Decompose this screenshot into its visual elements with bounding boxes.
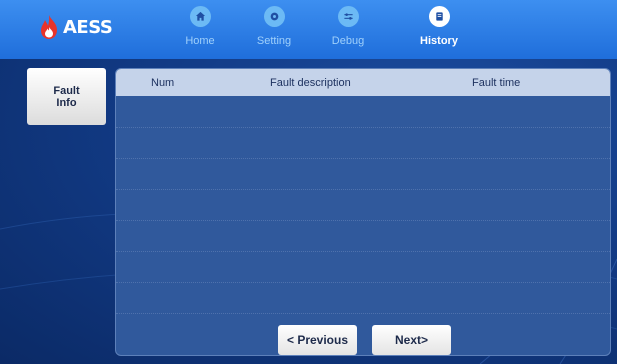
column-header-fault-time: Fault time <box>472 77 521 89</box>
table-row-divider <box>116 313 610 314</box>
nav-setting[interactable]: Setting <box>239 6 309 56</box>
aess-logo: AESS <box>38 14 113 40</box>
home-icon <box>189 6 211 27</box>
table-row-divider <box>116 251 610 252</box>
gear-icon <box>263 6 285 27</box>
nav-home-label: Home <box>185 35 215 47</box>
nav-history[interactable]: History <box>404 6 474 56</box>
table-row-divider <box>116 220 610 221</box>
nav-home[interactable]: Home <box>165 6 235 56</box>
nav-history-label: History <box>420 35 458 47</box>
next-button[interactable]: Next> <box>372 325 451 355</box>
previous-button[interactable]: < Previous <box>278 325 357 355</box>
table-row-divider <box>116 158 610 159</box>
history-icon <box>428 6 450 27</box>
nav-debug[interactable]: Debug <box>313 6 383 56</box>
column-header-num: Num <box>151 77 175 89</box>
fault-info-button[interactable]: Fault Info <box>27 68 106 125</box>
logo-text: AESS <box>63 16 113 38</box>
table-header: Num Fault description Fault time <box>116 69 610 96</box>
nav-debug-label: Debug <box>331 35 365 47</box>
table-row-divider <box>116 127 610 128</box>
fault-info-label: Fault Info <box>53 84 80 109</box>
sliders-icon <box>337 6 359 27</box>
fault-table-panel: Num Fault description Fault time < Previ… <box>115 68 611 356</box>
flame-logo-icon <box>41 15 57 39</box>
table-row-divider <box>116 282 610 283</box>
top-bar: AESS Home Setting Debug History <box>0 0 617 59</box>
column-header-fault-description: Fault description <box>270 77 351 89</box>
nav-setting-label: Setting <box>256 35 292 47</box>
table-row-divider <box>116 189 610 190</box>
